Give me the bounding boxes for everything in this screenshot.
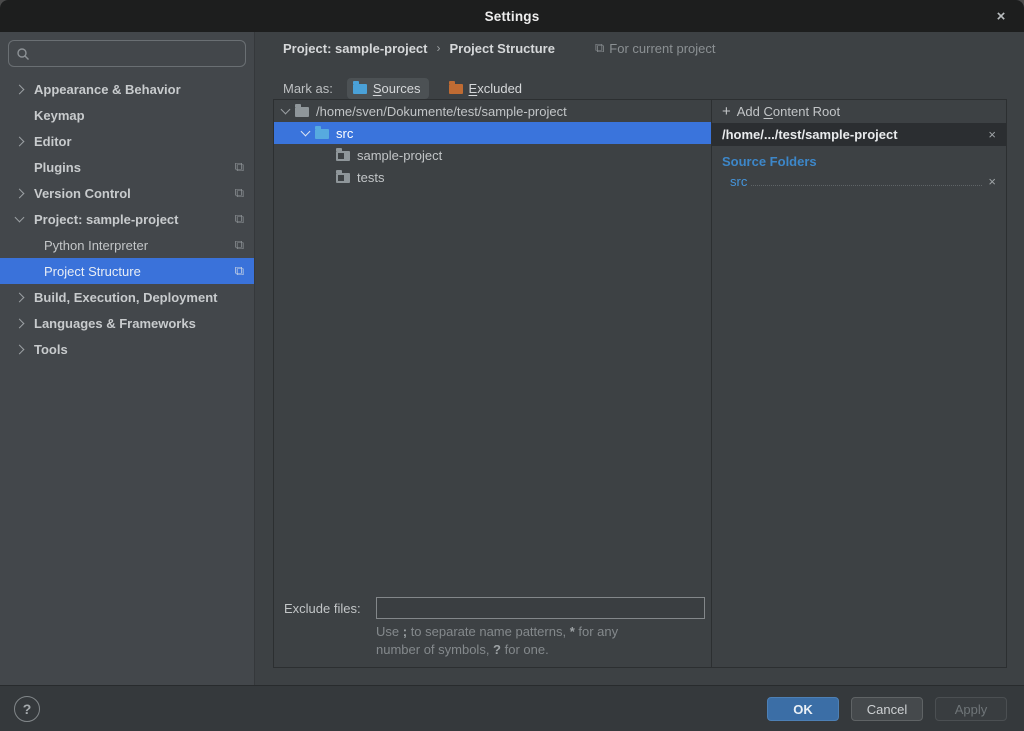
search-icon [16,47,30,61]
add-content-root-button[interactable]: + Add Content Root [712,100,1006,123]
remove-source-folder-icon[interactable]: × [986,174,998,189]
help-button[interactable]: ? [14,696,40,722]
per-project-settings-icon: ⧉ [595,40,604,56]
settings-sidebar: Appearance & Behavior Keymap Editor Plug… [0,32,255,685]
chevron-right-icon[interactable] [15,84,25,94]
per-project-settings-icon: ⧉ [235,237,244,253]
sidebar-item-version-control[interactable]: Version Control ⧉ [0,180,254,206]
sidebar-item-tools[interactable]: Tools [0,336,254,362]
folder-icon [336,151,350,161]
source-folder-icon [315,129,329,139]
settings-nav: Appearance & Behavior Keymap Editor Plug… [0,76,254,362]
content-root-item[interactable]: /home/.../test/sample-project × [712,123,1006,146]
dialog-footer: ? OK Cancel Apply [0,685,1024,731]
mark-as-label: Mark as: [283,81,333,96]
cancel-button[interactable]: Cancel [851,697,923,721]
search-input[interactable] [8,40,246,67]
sidebar-item-project-structure[interactable]: Project Structure ⧉ [0,258,254,284]
breadcrumb-page: Project Structure [450,41,555,56]
sidebar-item-project[interactable]: Project: sample-project ⧉ [0,206,254,232]
exclude-files-input[interactable] [376,597,705,619]
breadcrumb: Project: sample-project › Project Struct… [283,40,715,56]
mark-excluded-button[interactable]: Excluded [443,78,530,99]
structure-panel: /home/sven/Dokumente/test/sample-project… [273,99,1007,668]
content-root-path: /home/.../test/sample-project [722,127,986,142]
chevron-right-icon[interactable] [15,318,25,328]
exclude-files-section: Exclude files: Use ; to separate name pa… [274,597,711,659]
folder-icon [336,173,350,183]
directory-tree: /home/sven/Dokumente/test/sample-project… [274,100,712,667]
chevron-right-icon[interactable] [15,188,25,198]
dotted-leader [751,185,982,186]
exclude-files-label: Exclude files: [274,601,376,616]
main-content: Project: sample-project › Project Struct… [256,32,1024,685]
plus-icon: + [722,103,731,120]
per-project-settings-icon: ⧉ [235,159,244,175]
exclude-files-hint: Use ; to separate name patterns, * for a… [376,623,711,659]
sidebar-item-appearance-behavior[interactable]: Appearance & Behavior [0,76,254,102]
chevron-down-icon[interactable] [301,127,311,137]
tree-row-tests[interactable]: tests [274,166,711,188]
per-project-settings-icon: ⧉ [235,211,244,227]
source-folders-heading: Source Folders [712,146,1006,172]
excluded-folder-icon [449,84,463,94]
per-project-settings-icon: ⧉ [235,263,244,279]
sidebar-item-build-execution-deployment[interactable]: Build, Execution, Deployment [0,284,254,310]
sidebar-item-editor[interactable]: Editor [0,128,254,154]
sidebar-item-plugins[interactable]: Plugins ⧉ [0,154,254,180]
for-current-project-label: ⧉ For current project [595,40,716,56]
chevron-down-icon[interactable] [281,105,291,115]
content-root-panel: + Add Content Root /home/.../test/sample… [712,100,1006,667]
mark-sources-button[interactable]: Sources [347,78,429,99]
per-project-settings-icon: ⧉ [235,185,244,201]
settings-dialog: Settings × Appearance & Behavior Keymap … [0,0,1024,731]
sidebar-item-languages-frameworks[interactable]: Languages & Frameworks [0,310,254,336]
sidebar-item-python-interpreter[interactable]: Python Interpreter ⧉ [0,232,254,258]
chevron-right-icon[interactable] [15,292,25,302]
chevron-right-icon[interactable] [15,136,25,146]
tree-row-sample-project[interactable]: sample-project [274,144,711,166]
tree-row-src[interactable]: src [274,122,711,144]
source-folder-icon [353,84,367,94]
dialog-title: Settings [485,9,540,24]
mark-as-toolbar: Mark as: Sources Excluded [283,76,530,100]
apply-button: Apply [935,697,1007,721]
source-folder-item[interactable]: src × [712,172,1006,191]
chevron-down-icon[interactable] [15,213,25,223]
sidebar-item-keymap[interactable]: Keymap [0,102,254,128]
tree-row-content-root[interactable]: /home/sven/Dokumente/test/sample-project [274,100,711,122]
remove-content-root-icon[interactable]: × [986,127,998,142]
ok-button[interactable]: OK [767,697,839,721]
source-folder-name[interactable]: src [730,174,747,189]
close-icon[interactable]: × [991,6,1011,26]
title-bar: Settings × [0,0,1024,32]
chevron-right-icon[interactable] [15,344,25,354]
breadcrumb-separator: › [437,41,441,55]
folder-icon [295,107,309,117]
breadcrumb-project[interactable]: Project: sample-project [283,41,428,56]
